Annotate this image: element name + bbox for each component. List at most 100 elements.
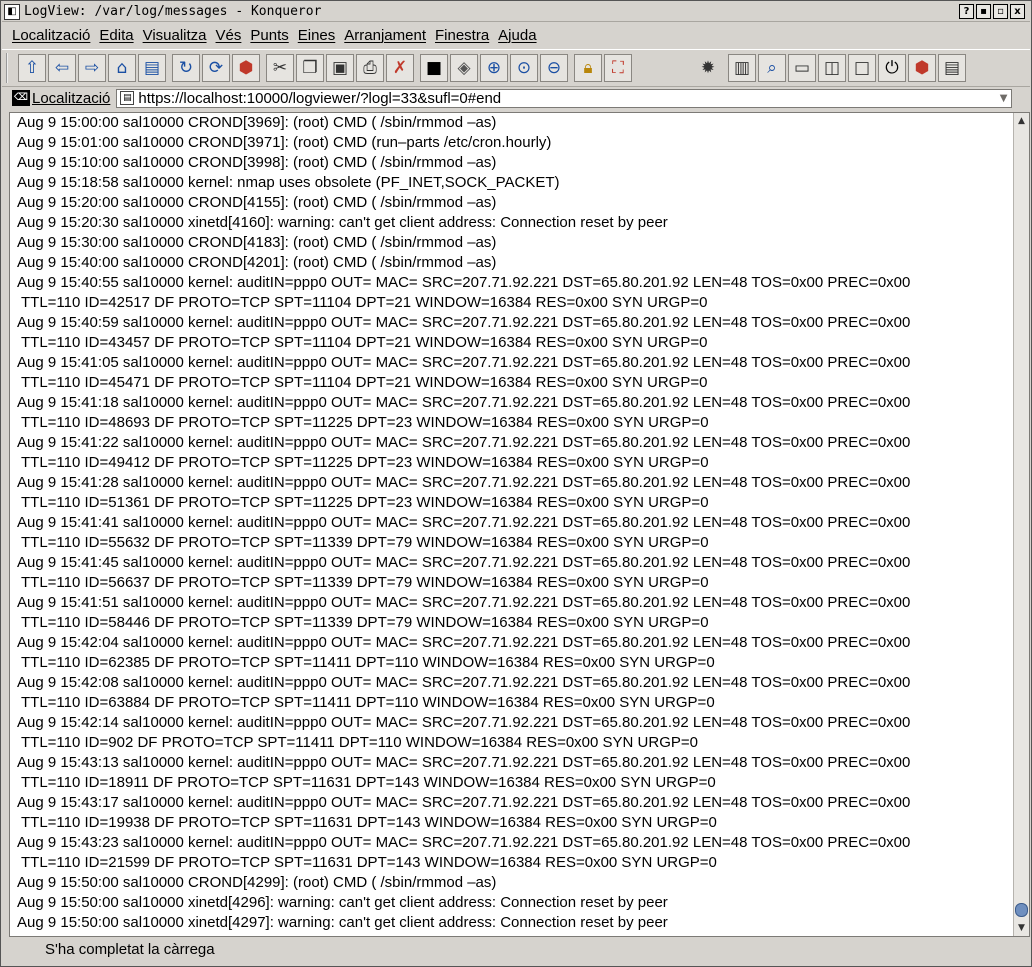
window-menu-icon[interactable]: ◧	[4, 3, 20, 20]
menu-bookmarks[interactable]: Punts	[250, 27, 288, 44]
title-bar[interactable]: ◧ LogView: /var/log/messages - Konqueror…	[2, 2, 1030, 22]
log-line: Aug 9 15:50:00 sal10000 CROND[4299]: (ro…	[17, 874, 497, 891]
home-icon[interactable]: ⌂	[108, 54, 136, 82]
log-line: TTL=110 ID=43457 DF PROTO=TCP SPT=11104 …	[21, 334, 708, 351]
print-icon[interactable]: ⎙	[356, 54, 384, 82]
blank-icon[interactable]: □	[848, 54, 876, 82]
url-text[interactable]: https://localhost:10000/logviewer/?logl=…	[138, 90, 501, 107]
zoom-out-icon[interactable]: ⊖	[540, 54, 568, 82]
log-line: Aug 9 15:01:00 sal10000 CROND[3971]: (ro…	[17, 134, 552, 151]
clear-location-icon[interactable]: ⌫	[12, 90, 30, 106]
cut-icon[interactable]: ✂	[266, 54, 294, 82]
log-line: TTL=110 ID=51361 DF PROTO=TCP SPT=11225 …	[21, 494, 709, 511]
url-input[interactable]: ▤ https://localhost:10000/logviewer/?log…	[116, 88, 1013, 108]
log-line: TTL=110 ID=55632 DF PROTO=TCP SPT=11339 …	[21, 534, 709, 551]
status-bar: S'ha completat la càrrega	[2, 937, 1030, 961]
konqueror-window: ◧ LogView: /var/log/messages - Konqueror…	[0, 0, 1032, 967]
location-label: Localització	[32, 89, 111, 107]
menu-bar: Localització Edita Visualitza Vés Punts …	[2, 23, 1030, 47]
status-text: S'ha completat la càrrega	[45, 940, 215, 958]
log-line: Aug 9 15:41:51 sal10000 kernel: auditIN=…	[17, 594, 911, 611]
log-line: TTL=110 ID=21599 DF PROTO=TCP SPT=11631 …	[21, 854, 717, 871]
find-icon[interactable]: ⌕	[758, 54, 786, 82]
maximize-button[interactable]: ▫	[993, 4, 1008, 19]
gear-icon[interactable]: ⬢	[908, 54, 936, 82]
log-line: Aug 9 15:18:58 sal10000 kernel: nmap use…	[17, 174, 560, 191]
power-icon[interactable]: ⏻	[878, 54, 906, 82]
settings-icon[interactable]: ✹	[694, 54, 722, 82]
log-line: TTL=110 ID=58446 DF PROTO=TCP SPT=11339 …	[21, 614, 709, 631]
log-line: TTL=110 ID=48693 DF PROTO=TCP SPT=11225 …	[21, 414, 709, 431]
log-line: Aug 9 15:10:00 sal10000 CROND[3998]: (ro…	[17, 154, 497, 171]
main-toolbar: ⇧ ⇦ ⇨ ⌂ ▤ ↻ ⟳ ⬢ ✂ ❐ ▣ ⎙ ✗ ■ ◈ ⊕ ⊙ ⊖ 🔒︎ ⛶…	[2, 49, 1030, 87]
close-button[interactable]: x	[1010, 4, 1025, 19]
bookmark-icon[interactable]: ▤	[138, 54, 166, 82]
menu-settings[interactable]: Arranjament	[344, 27, 426, 44]
delete-icon[interactable]: ✗	[386, 54, 414, 82]
log-line: Aug 9 15:20:30 sal10000 xinetd[4160]: wa…	[17, 214, 668, 231]
log-line: Aug 9 15:30:00 sal10000 CROND[4183]: (ro…	[17, 234, 497, 251]
log-line: Aug 9 15:43:17 sal10000 kernel: auditIN=…	[17, 794, 911, 811]
toolbar-grip[interactable]	[6, 53, 12, 83]
log-line: Aug 9 15:41:45 sal10000 kernel: auditIN=…	[17, 554, 911, 571]
menu-edit[interactable]: Edita	[99, 27, 133, 44]
copy-icon[interactable]: ❐	[296, 54, 324, 82]
log-line: Aug 9 15:41:22 sal10000 kernel: auditIN=…	[17, 434, 911, 451]
zoom-in-icon[interactable]: ⊕	[480, 54, 508, 82]
log-line: Aug 9 15:40:59 sal10000 kernel: auditIN=…	[17, 314, 911, 331]
menu-tools[interactable]: Eines	[298, 27, 336, 44]
log-line: Aug 9 15:41:28 sal10000 kernel: auditIN=…	[17, 474, 911, 491]
reload-icon[interactable]: ↻	[172, 54, 200, 82]
menu-window[interactable]: Finestra	[435, 27, 489, 44]
paste-icon[interactable]: ▣	[326, 54, 354, 82]
terminal-icon[interactable]: ■	[420, 54, 448, 82]
new-window-icon[interactable]: ▭	[788, 54, 816, 82]
refresh-icon[interactable]: ⟳	[202, 54, 230, 82]
lock-icon[interactable]: 🔒︎	[574, 54, 602, 82]
log-line: Aug 9 15:41:41 sal10000 kernel: auditIN=…	[17, 514, 911, 531]
log-line: TTL=110 ID=42517 DF PROTO=TCP SPT=11104 …	[21, 294, 708, 311]
up-icon[interactable]: ⇧	[18, 54, 46, 82]
log-line: TTL=110 ID=18911 DF PROTO=TCP SPT=11631 …	[21, 774, 716, 791]
edit-icon[interactable]: ▤	[938, 54, 966, 82]
help-button[interactable]: ?	[959, 4, 974, 19]
log-line: Aug 9 15:42:08 sal10000 kernel: auditIN=…	[17, 674, 911, 691]
log-line: Aug 9 15:42:14 sal10000 kernel: auditIN=…	[17, 714, 911, 731]
log-line: Aug 9 15:20:00 sal10000 CROND[4155]: (ro…	[17, 194, 497, 211]
menu-go[interactable]: Vés	[216, 27, 242, 44]
open-icon[interactable]: ◈	[450, 54, 478, 82]
log-line: Aug 9 15:40:55 sal10000 kernel: auditIN=…	[17, 274, 911, 291]
scroll-down-icon[interactable]: ▼	[1014, 920, 1029, 936]
log-line: Aug 9 15:40:00 sal10000 CROND[4201]: (ro…	[17, 254, 497, 271]
zoom-icon[interactable]: ⊙	[510, 54, 538, 82]
scroll-thumb[interactable]	[1015, 903, 1028, 917]
stop-icon[interactable]: ⬢	[232, 54, 260, 82]
log-line: Aug 9 15:00:00 sal10000 CROND[3969]: (ro…	[17, 114, 497, 131]
log-line: TTL=110 ID=49412 DF PROTO=TCP SPT=11225 …	[21, 454, 709, 471]
fullscreen-icon[interactable]: ⛶	[604, 54, 632, 82]
log-line: TTL=110 ID=56637 DF PROTO=TCP SPT=11339 …	[21, 574, 709, 591]
forward-icon[interactable]: ⇨	[78, 54, 106, 82]
menu-help[interactable]: Ajuda	[498, 27, 536, 44]
vertical-scrollbar[interactable]: ▲ ▼	[1013, 113, 1029, 936]
scroll-up-icon[interactable]: ▲	[1014, 113, 1029, 129]
log-line: TTL=110 ID=63884 DF PROTO=TCP SPT=11411 …	[21, 694, 715, 711]
log-line: Aug 9 15:50:00 sal10000 xinetd[4297]: wa…	[17, 914, 668, 931]
menu-view[interactable]: Visualitza	[143, 27, 207, 44]
minimize-button[interactable]: ▪	[976, 4, 991, 19]
log-line: Aug 9 15:50:00 sal10000 xinetd[4296]: wa…	[17, 894, 668, 911]
log-line: TTL=110 ID=62385 DF PROTO=TCP SPT=11411 …	[21, 654, 715, 671]
page-icon: ▤	[120, 91, 135, 105]
log-line: TTL=110 ID=19938 DF PROTO=TCP SPT=11631 …	[21, 814, 717, 831]
window-title: LogView: /var/log/messages - Konqueror	[24, 4, 322, 19]
log-view[interactable]: Aug 9 15:00:00 sal10000 CROND[3969]: (ro…	[9, 112, 1030, 937]
menu-location[interactable]: Localització	[12, 27, 90, 44]
log-line: TTL=110 ID=45471 DF PROTO=TCP SPT=11104 …	[21, 374, 708, 391]
view-icon[interactable]: ▥	[728, 54, 756, 82]
back-icon[interactable]: ⇦	[48, 54, 76, 82]
log-line: Aug 9 15:41:05 sal10000 kernel: auditIN=…	[17, 354, 911, 371]
log-line: Aug 9 15:43:13 sal10000 kernel: auditIN=…	[17, 754, 911, 771]
chevron-down-icon[interactable]: ▼	[1000, 93, 1008, 104]
split-icon[interactable]: ◫	[818, 54, 846, 82]
log-line: Aug 9 15:43:23 sal10000 kernel: auditIN=…	[17, 834, 911, 851]
